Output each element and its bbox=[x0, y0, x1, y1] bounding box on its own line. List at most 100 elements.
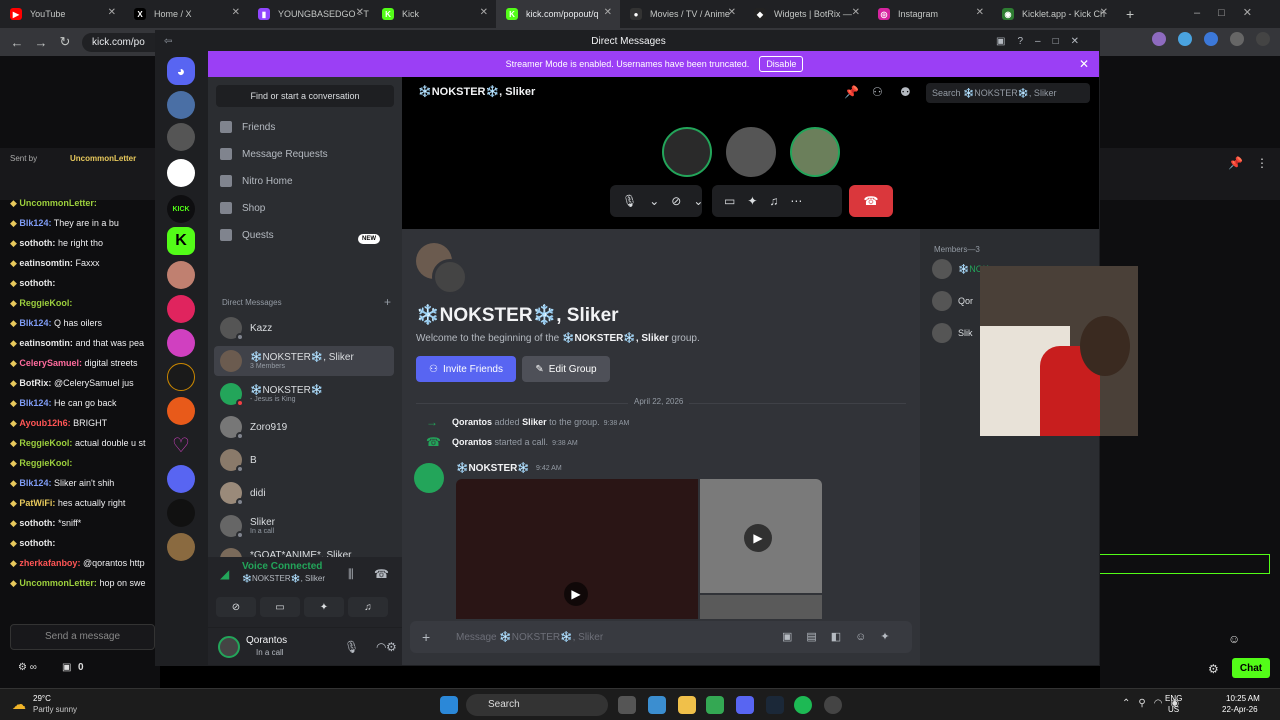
settings-icon[interactable]: ⚙ bbox=[386, 640, 397, 654]
extension-icon[interactable] bbox=[1178, 32, 1192, 46]
chat-username[interactable]: BotRix: bbox=[19, 378, 51, 388]
disable-button[interactable]: Disable bbox=[759, 56, 804, 72]
gift-icon[interactable]: ▣ bbox=[62, 662, 71, 673]
browser-tab[interactable]: ● Movies / TV / Anime ✕ bbox=[620, 0, 744, 28]
task-view-icon[interactable] bbox=[618, 696, 636, 714]
screen-share-button[interactable]: ▭ bbox=[260, 597, 300, 617]
browser-tab[interactable]: ◎ Instagram ✕ bbox=[868, 0, 992, 28]
chat-username[interactable]: CelerySamuel: bbox=[19, 358, 82, 368]
user-avatar[interactable] bbox=[218, 636, 240, 658]
chat-username[interactable]: sothoth: bbox=[19, 278, 55, 288]
dm-item[interactable]: Sliker In a call bbox=[214, 511, 394, 541]
close-icon[interactable]: ✕ bbox=[108, 7, 116, 18]
file-explorer-icon[interactable] bbox=[678, 696, 696, 714]
find-conversation-input[interactable]: Find or start a conversation bbox=[216, 85, 394, 107]
member-item[interactable]: Qor bbox=[932, 291, 973, 311]
chat-username[interactable]: Blk124: bbox=[19, 218, 51, 228]
forward-icon[interactable]: → bbox=[34, 35, 48, 50]
chat-username[interactable]: Blk124: bbox=[19, 318, 51, 328]
server-icon[interactable] bbox=[167, 363, 195, 391]
obs-icon[interactable] bbox=[824, 696, 842, 714]
play-icon[interactable]: ▶ bbox=[744, 524, 772, 552]
close-icon[interactable]: ✕ bbox=[480, 7, 488, 18]
chevron-down-icon[interactable]: ⌄ bbox=[649, 194, 659, 208]
puzzle-icon[interactable] bbox=[1230, 32, 1244, 46]
chat-username[interactable]: Ayoub12h6: bbox=[19, 418, 70, 428]
extension-icon[interactable] bbox=[1204, 32, 1218, 46]
video-attachment[interactable]: ▶ bbox=[700, 479, 822, 593]
server-icon[interactable] bbox=[167, 533, 195, 561]
profile-avatar[interactable] bbox=[1256, 32, 1270, 46]
edit-group-button[interactable]: ✎ Edit Group bbox=[522, 356, 610, 382]
clock-date[interactable]: 22-Apr-26 bbox=[1222, 705, 1258, 714]
chat-username[interactable]: eatinsomtin: bbox=[19, 258, 73, 268]
chat-username[interactable]: UncommonLetter: bbox=[19, 578, 97, 588]
chat-username[interactable]: ReggieKool: bbox=[19, 458, 72, 468]
close-icon[interactable]: ✕ bbox=[604, 7, 612, 18]
chat-username[interactable]: UncommonLetter: bbox=[19, 198, 97, 208]
members-icon[interactable]: ⚉ bbox=[900, 85, 911, 99]
chat-username[interactable]: eatinsomtin: bbox=[19, 338, 73, 348]
message-avatar[interactable] bbox=[414, 463, 444, 493]
dm-item[interactable]: B bbox=[214, 445, 394, 475]
settings-icon[interactable]: ⚙ bbox=[1208, 662, 1219, 676]
add-dm-icon[interactable]: + bbox=[384, 295, 391, 309]
server-icon[interactable] bbox=[167, 261, 195, 289]
dm-item[interactable]: ❄️NOKSTER❄️ - Jesus is King bbox=[214, 379, 394, 409]
browser-tab[interactable]: ▶ YouTube ✕ bbox=[0, 0, 124, 28]
soundboard-icon[interactable]: ♫ bbox=[769, 194, 778, 208]
participant-avatar[interactable] bbox=[662, 127, 712, 177]
nav-item[interactable]: Quests bbox=[220, 229, 274, 241]
camera-off-button[interactable]: ⊘ bbox=[216, 597, 256, 617]
server-icon[interactable] bbox=[167, 499, 195, 527]
server-icon[interactable] bbox=[167, 397, 195, 425]
dm-item[interactable]: didi bbox=[214, 478, 394, 508]
clock-time[interactable]: 10:25 AM bbox=[1226, 694, 1260, 703]
close-icon[interactable]: ✕ bbox=[232, 7, 240, 18]
dm-item[interactable]: ❄️NOKSTER❄️, Sliker 3 Members bbox=[214, 346, 394, 376]
server-icon[interactable] bbox=[167, 329, 195, 357]
chevron-down-icon[interactable]: ⌄ bbox=[693, 194, 703, 208]
server-icon[interactable] bbox=[167, 123, 195, 151]
chat-username[interactable]: sothoth: bbox=[19, 238, 55, 248]
weather-desc[interactable]: Partly sunny bbox=[33, 705, 77, 714]
language[interactable]: ENG bbox=[1165, 694, 1182, 703]
server-icon[interactable] bbox=[167, 465, 195, 493]
server-icon[interactable] bbox=[167, 295, 195, 323]
reload-icon[interactable]: ↻ bbox=[58, 34, 72, 50]
dm-item[interactable]: Kazz bbox=[214, 313, 394, 343]
close-icon[interactable]: ✕ bbox=[852, 7, 860, 18]
browser-tab[interactable]: ◉ Kicklet.app - Kick Ch ✕ bbox=[992, 0, 1116, 28]
chat-username[interactable]: sothoth: bbox=[19, 538, 55, 548]
pin-icon[interactable]: 📌 bbox=[1228, 156, 1243, 170]
video-attachment[interactable]: ▶ bbox=[456, 479, 698, 619]
browser-tab[interactable]: X Home / X ✕ bbox=[124, 0, 248, 28]
soundboard-button[interactable]: ♫ bbox=[348, 597, 388, 617]
chat-username[interactable]: PatWiFi: bbox=[19, 498, 55, 508]
server-icon[interactable] bbox=[167, 159, 195, 187]
chat-username[interactable]: Blk124: bbox=[19, 478, 51, 488]
more-icon[interactable]: ⋮ bbox=[1256, 156, 1268, 170]
discord-icon[interactable] bbox=[736, 696, 754, 714]
camera-off-icon[interactable]: ⊘ bbox=[671, 194, 681, 208]
back-icon[interactable]: ⇦ bbox=[164, 36, 172, 47]
close-icon[interactable]: ✕ bbox=[1100, 7, 1108, 18]
window-controls[interactable]: –□✕ bbox=[1194, 6, 1270, 19]
noise-suppression-icon[interactable]: ⫼ bbox=[348, 567, 354, 582]
channel-search-input[interactable]: Search ❄️NOKSTER❄️, Sliker bbox=[926, 83, 1090, 103]
taskbar-search[interactable]: Search bbox=[466, 694, 608, 716]
spotify-icon[interactable] bbox=[794, 696, 812, 714]
server-icon[interactable] bbox=[167, 91, 195, 119]
message-tools[interactable]: ▣▤◧☺✦ bbox=[782, 630, 904, 643]
chat-username[interactable]: ReggieKool: bbox=[19, 298, 72, 308]
extension-icon[interactable] bbox=[1152, 32, 1166, 46]
screen-share-icon[interactable]: ▭ bbox=[724, 194, 735, 208]
copilot-icon[interactable] bbox=[648, 696, 666, 714]
kick-server-icon[interactable]: KICK bbox=[167, 195, 195, 223]
close-icon[interactable]: ✕ bbox=[728, 7, 736, 18]
message-author[interactable]: ❄️NOKSTER❄️ bbox=[456, 463, 530, 474]
microphone-icon[interactable]: 🎙 bbox=[344, 640, 359, 654]
participant-avatar[interactable] bbox=[790, 127, 840, 177]
activity-button[interactable]: ✦ bbox=[304, 597, 344, 617]
weather-temp[interactable]: 29°C bbox=[33, 694, 51, 703]
